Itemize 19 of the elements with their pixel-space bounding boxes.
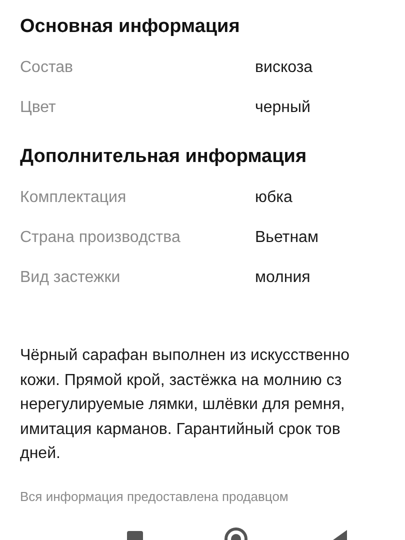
property-value: вискоза: [255, 59, 313, 77]
property-label: Состав: [20, 59, 74, 77]
description-line: Чёрный сарафан выполнен из искусственно: [20, 346, 350, 366]
property-value: молния: [255, 269, 310, 287]
home-icon[interactable]: [224, 526, 248, 540]
property-label: Цвет: [20, 99, 57, 117]
property-label: Вид застежки: [20, 269, 122, 287]
section-title: Основная информация: [20, 15, 241, 39]
property-label: Страна производства: [20, 229, 182, 247]
section-title: Дополнительная информация: [20, 145, 308, 169]
description-line: кожи. Прямой крой, застёжка на молнию сз: [20, 370, 342, 391]
property-value: черный: [255, 99, 310, 117]
seller-note: Вся информация предоставлена продавцом: [20, 488, 288, 504]
description-line: нерегулируемые лямки, шлёвки для ремня,: [20, 395, 345, 416]
description-line: дней.: [20, 444, 60, 464]
property-value: Вьетнам: [255, 229, 318, 247]
property-value: юбка: [255, 189, 292, 207]
description-line: имитация карманов. Гарантийный срок тов: [20, 420, 340, 440]
property-label: Комплектация: [20, 189, 128, 207]
